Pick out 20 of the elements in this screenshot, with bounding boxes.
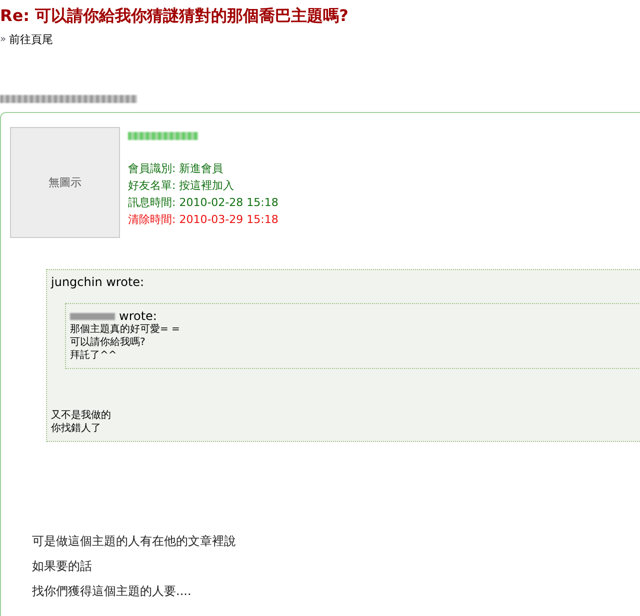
message-text: 找你們獲得這個主題的人要.... (32, 583, 192, 600)
quote-text: 又不是我做的 (51, 409, 112, 422)
post-title: Re: 可以請你給我你猜謎猜對的那個喬巴主題嗎? (0, 5, 350, 26)
redacted-username (128, 132, 198, 140)
no-image-avatar: 無圖示 (10, 127, 120, 238)
member-info-line: 清除時間: 2010-03-29 15:18 (128, 212, 278, 228)
quote-text: 那個主題真的好可愛= = (70, 323, 181, 336)
member-info-line: 會員識別: 新進會員 (128, 161, 224, 177)
member-info-line: 訊息時間: 2010-02-28 15:18 (128, 195, 278, 211)
quote-text: 你找錯人了 (51, 422, 102, 435)
member-info-line: 好友名單: 按這裡加入 (128, 178, 236, 194)
message-text: 可是做這個主題的人有在他的文章裡說 (32, 533, 237, 550)
quote-text: 拜託了^^ (70, 349, 118, 362)
message-text: 如果要的話 (32, 558, 93, 575)
arrow-icon: » (0, 34, 6, 45)
quote-author: jungchin wrote: (51, 274, 146, 290)
quote-author: wrote: (119, 310, 157, 323)
go-to-bottom-link[interactable]: 前往頁尾 (9, 32, 54, 47)
redacted-username (70, 313, 115, 320)
quote-text: 可以請你給我嗎? (70, 336, 146, 349)
